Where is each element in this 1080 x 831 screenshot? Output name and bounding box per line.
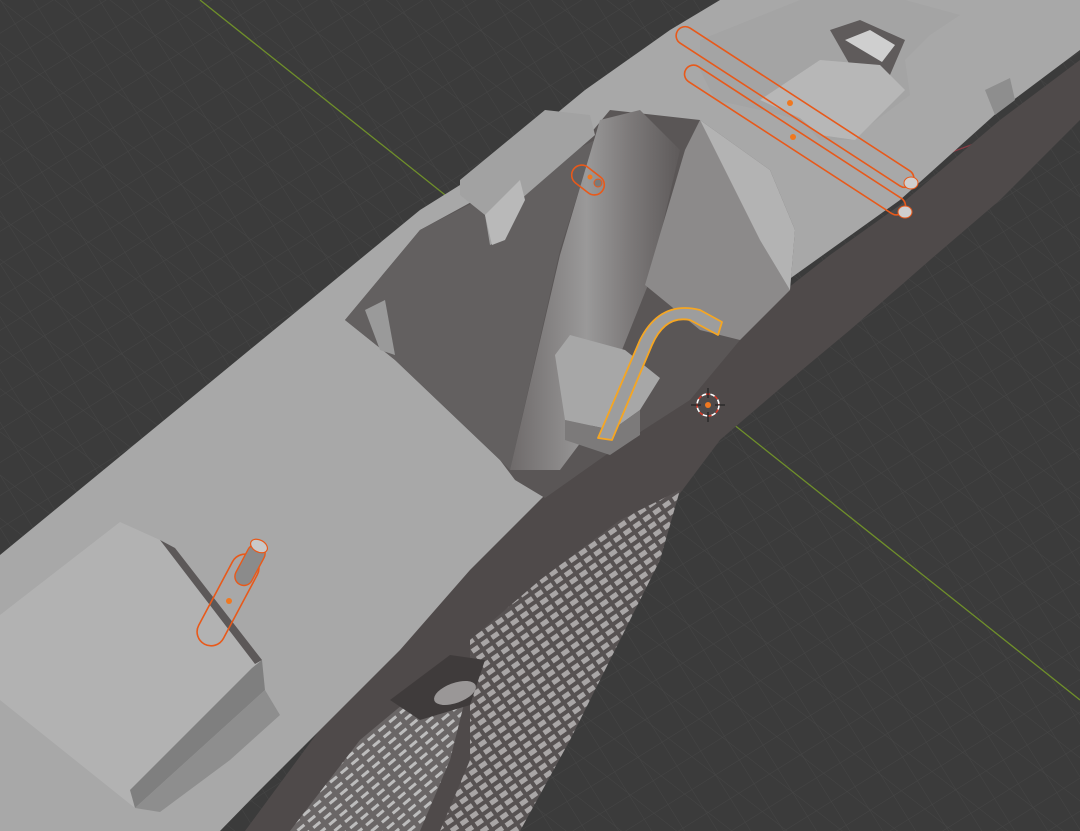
viewport-canvas[interactable] <box>0 0 1080 831</box>
3d-viewport[interactable] <box>0 0 1080 831</box>
object-origin-icon <box>790 134 796 140</box>
object-origin-icon <box>787 100 793 106</box>
object-origin-icon <box>587 174 593 180</box>
object-origin-icon <box>226 598 232 604</box>
